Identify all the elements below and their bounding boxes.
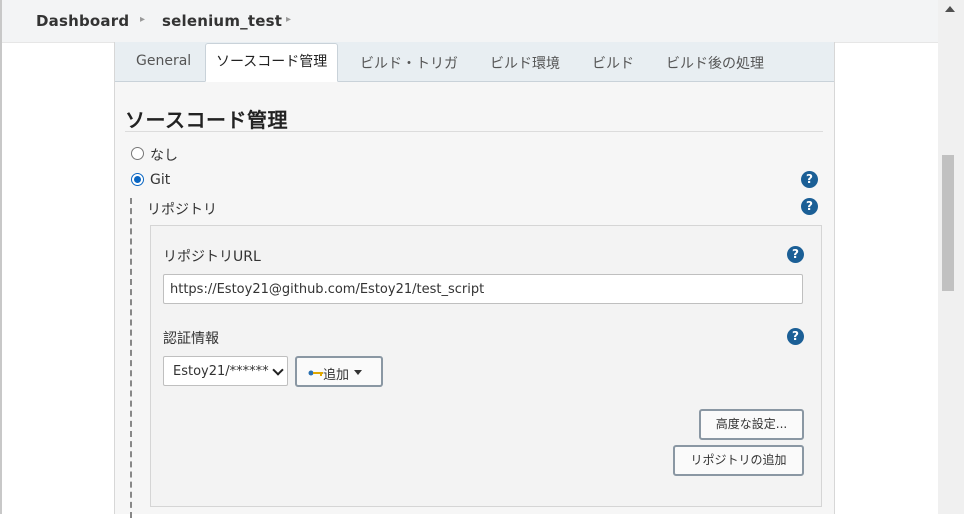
breadcrumb-job[interactable]: selenium_test bbox=[162, 12, 282, 30]
credentials-label: 認証情報 bbox=[163, 331, 219, 347]
tab-bar: General ソースコード管理 ビルド・トリガ ビルド環境 ビルド ビルド後の… bbox=[115, 42, 834, 82]
credentials-selected-value: Estoy21/****** bbox=[173, 364, 269, 379]
tab-source-code-management[interactable]: ソースコード管理 bbox=[205, 43, 339, 82]
repository-config-box: リポジトリURL ? 認証情報 ? Estoy21/****** 追加 高度な設… bbox=[150, 225, 822, 507]
caret-down-icon bbox=[354, 370, 362, 375]
breadcrumb-dashboard[interactable]: Dashboard bbox=[36, 12, 129, 30]
advanced-button[interactable]: 高度な設定... bbox=[699, 409, 804, 440]
radio-none-label[interactable]: なし bbox=[150, 145, 178, 165]
tab-general[interactable]: General bbox=[136, 53, 191, 69]
key-icon bbox=[308, 370, 323, 376]
add-credentials-label: 追加 bbox=[323, 368, 350, 383]
breadcrumb: Dashboard ▸ selenium_test ▸ bbox=[2, 0, 938, 43]
section-title: ソースコード管理 bbox=[125, 108, 288, 132]
tab-build-triggers[interactable]: ビルド・トリガ bbox=[360, 53, 458, 73]
credentials-help-icon[interactable]: ? bbox=[787, 328, 804, 345]
add-repository-button[interactable]: リポジトリの追加 bbox=[673, 445, 804, 476]
chevron-right-icon[interactable]: ▸ bbox=[286, 14, 291, 25]
repository-url-help-icon[interactable]: ? bbox=[787, 246, 804, 263]
chevron-down-icon bbox=[272, 364, 284, 376]
repository-url-input[interactable] bbox=[163, 274, 803, 304]
tab-build-environment[interactable]: ビルド環境 bbox=[490, 53, 560, 73]
scroll-up-arrow-icon[interactable] bbox=[945, 6, 955, 12]
tab-build[interactable]: ビルド bbox=[592, 53, 634, 73]
scrollbar-thumb[interactable] bbox=[942, 155, 954, 291]
window-edge bbox=[0, 0, 2, 514]
git-section-indent-line bbox=[130, 198, 132, 518]
config-panel: General ソースコード管理 ビルド・トリガ ビルド環境 ビルド ビルド後の… bbox=[114, 42, 835, 518]
radio-git[interactable] bbox=[131, 173, 144, 186]
repositories-label: リポジトリ bbox=[147, 202, 217, 218]
section-divider bbox=[125, 131, 823, 132]
vertical-scrollbar[interactable] bbox=[938, 0, 964, 514]
credentials-select[interactable]: Estoy21/****** bbox=[163, 356, 288, 386]
repository-url-label: リポジトリURL bbox=[163, 249, 261, 265]
radio-none[interactable] bbox=[131, 147, 144, 160]
repositories-help-icon[interactable]: ? bbox=[801, 198, 818, 215]
radio-git-label[interactable]: Git bbox=[150, 172, 170, 188]
chevron-right-icon[interactable]: ▸ bbox=[140, 14, 145, 25]
tab-post-build-actions[interactable]: ビルド後の処理 bbox=[666, 53, 764, 73]
git-help-icon[interactable]: ? bbox=[801, 171, 818, 188]
add-credentials-button[interactable]: 追加 bbox=[295, 356, 383, 387]
